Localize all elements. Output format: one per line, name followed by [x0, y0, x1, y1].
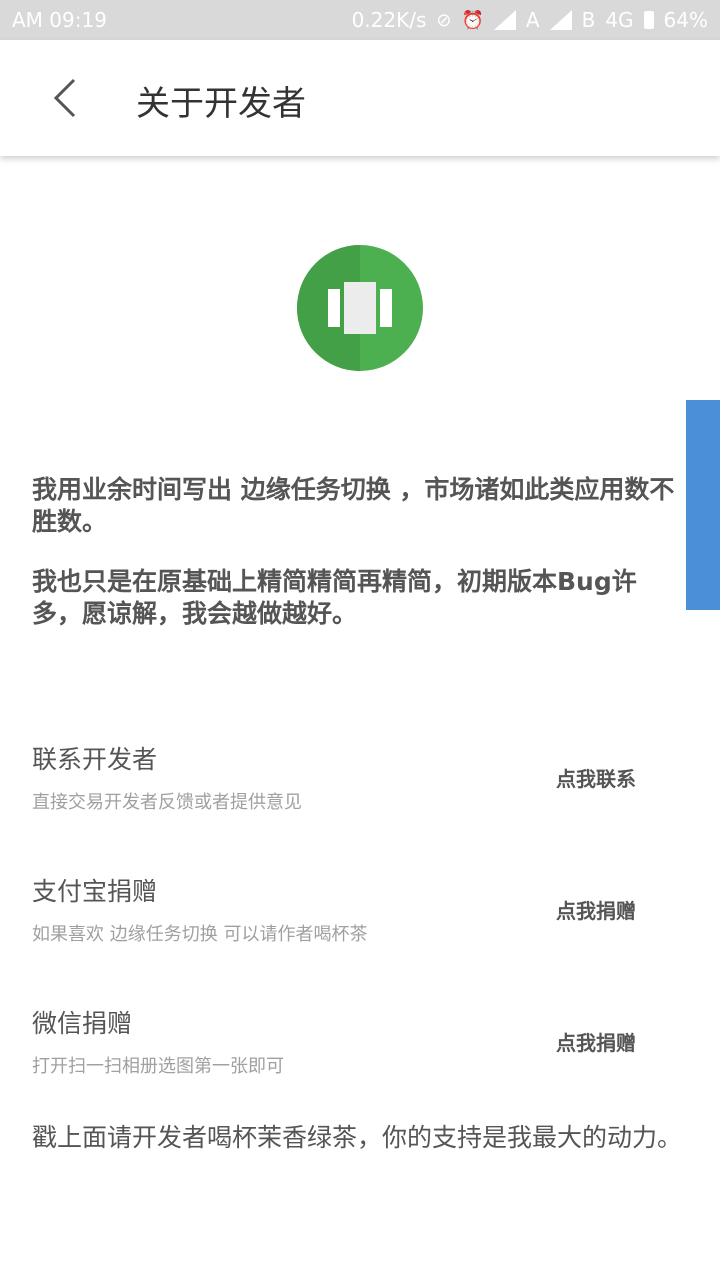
- signal-icon-sim2: [549, 10, 572, 30]
- network-speed: 0.22K/s: [351, 8, 427, 32]
- mute-icon: ⊘: [436, 9, 452, 31]
- battery-level: 64%: [663, 8, 708, 32]
- back-button[interactable]: [40, 70, 96, 126]
- status-time: AM 09:19: [12, 8, 107, 32]
- app-bar: 关于开发者: [0, 40, 720, 156]
- chevron-left-icon: [53, 78, 76, 118]
- status-right-group: 0.22K/s ⊘ ⏰ A B 4G 64%: [352, 8, 708, 32]
- row-subtitle: 直接交易开发者反馈或者提供意见: [32, 792, 302, 813]
- footer-note: 戳上面请开发者喝杯茉香绿茶，你的支持是我最大的动力。: [32, 1123, 683, 1152]
- wechat-donate-button[interactable]: 点我捐赠: [556, 1027, 636, 1056]
- edge-task-switch-handle[interactable]: [686, 400, 720, 610]
- intro-paragraph-2: 我也只是在原基础上精简精简再精简，初期版本Bug许多，愿谅解，我会越做越好。: [32, 567, 637, 628]
- row-title: 支付宝捐赠: [32, 877, 158, 906]
- row-title: 微信捐赠: [32, 1009, 133, 1038]
- row-title: 联系开发者: [32, 745, 158, 774]
- alarm-icon: ⏰: [461, 9, 484, 31]
- app-logo-icon: [297, 245, 423, 371]
- battery-icon: [643, 11, 654, 29]
- row-subtitle: 打开扫一扫相册选图第一张即可: [32, 1056, 284, 1077]
- alipay-donate-button[interactable]: 点我捐赠: [556, 895, 636, 924]
- row-subtitle: 如果喜欢 边缘任务切换 可以请作者喝杯茶: [32, 924, 368, 945]
- contact-button[interactable]: 点我联系: [556, 763, 636, 792]
- status-bar: AM 09:19 0.22K/s ⊘ ⏰ A B 4G 64%: [0, 0, 720, 40]
- app-logo: [297, 245, 423, 371]
- network-type: 4G: [605, 8, 634, 32]
- intro-paragraph-1: 我用业余时间写出 边缘任务切换 ，市场诸如此类应用数不胜数。: [32, 475, 675, 536]
- page-title: 关于开发者: [136, 84, 306, 124]
- signal-icon-sim1: [493, 10, 516, 30]
- sim-b-label: B: [581, 8, 596, 32]
- sim-a-label: A: [525, 8, 540, 32]
